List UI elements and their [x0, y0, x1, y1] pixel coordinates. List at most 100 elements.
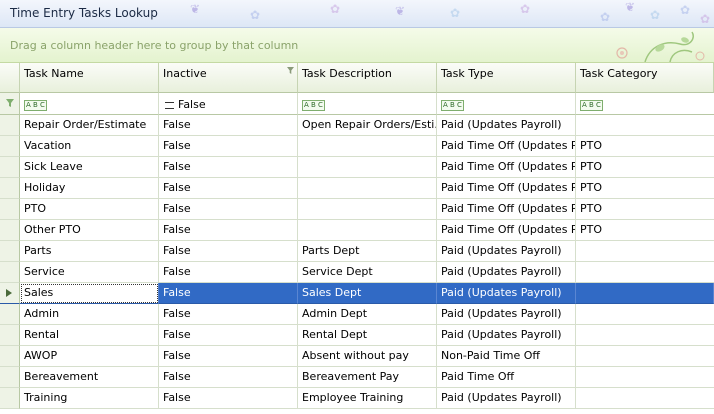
table-cell[interactable]: Rental [20, 325, 159, 346]
equals-operator-icon[interactable] [165, 101, 174, 109]
table-row[interactable]: Service False Service Dept Paid (Updates Pa… [0, 262, 714, 283]
row-indicator[interactable] [0, 241, 20, 262]
table-row[interactable]: Repair Order/Estimate False Open Repair Or… [0, 115, 714, 136]
table-cell[interactable]: Admin [20, 304, 159, 325]
row-indicator[interactable] [0, 304, 20, 325]
row-indicator[interactable] [0, 367, 20, 388]
table-cell[interactable]: False [159, 325, 298, 346]
row-indicator[interactable] [0, 220, 20, 241]
table-cell[interactable] [576, 241, 714, 262]
table-cell[interactable]: False [159, 262, 298, 283]
table-cell[interactable]: Sick Leave [20, 157, 159, 178]
table-cell[interactable]: Paid (Updates Payroll) [437, 115, 576, 136]
table-cell[interactable] [576, 325, 714, 346]
column-header-task-name[interactable]: Task Name [20, 63, 159, 93]
table-row[interactable]: Sick Leave False Paid Time Off (Updates P.… [0, 157, 714, 178]
table-cell[interactable]: Sales Dept [298, 283, 437, 304]
table-cell[interactable]: Paid Time Off (Updates P... [437, 136, 576, 157]
table-cell[interactable]: Paid Time Off (Updates P... [437, 220, 576, 241]
table-row[interactable]: Other PTO False Paid Time Off (Updates P..… [0, 220, 714, 241]
row-indicator[interactable] [0, 388, 20, 409]
filter-cell-task-category[interactable]: A B C [576, 93, 714, 115]
filter-cell-inactive[interactable]: False [159, 93, 298, 115]
table-cell[interactable]: False [159, 388, 298, 409]
table-cell[interactable]: Parts Dept [298, 241, 437, 262]
table-cell[interactable]: Paid (Updates Payroll) [437, 325, 576, 346]
table-cell[interactable]: Open Repair Orders/Esti... [298, 115, 437, 136]
table-cell[interactable]: PTO [576, 178, 714, 199]
column-header-task-description[interactable]: Task Description [298, 63, 437, 93]
table-cell[interactable]: Non-Paid Time Off [437, 346, 576, 367]
row-indicator[interactable] [0, 283, 20, 304]
table-row[interactable]: Bereavement False Bereavement Pay Paid Time… [0, 367, 714, 388]
table-cell[interactable]: Paid Time Off [437, 367, 576, 388]
table-cell[interactable]: PTO [576, 220, 714, 241]
column-header-task-category[interactable]: Task Category [576, 63, 714, 93]
row-indicator[interactable] [0, 346, 20, 367]
table-cell[interactable]: PTO [576, 136, 714, 157]
table-cell[interactable]: PTO [576, 199, 714, 220]
filter-funnel-icon[interactable] [287, 67, 294, 74]
table-cell[interactable] [576, 367, 714, 388]
table-cell[interactable] [576, 115, 714, 136]
table-cell[interactable]: Training [20, 388, 159, 409]
table-cell[interactable]: AWOP [20, 346, 159, 367]
table-cell[interactable]: Paid (Updates Payroll) [437, 304, 576, 325]
table-cell[interactable]: False [159, 346, 298, 367]
table-cell[interactable] [576, 304, 714, 325]
group-by-panel[interactable]: Drag a column header here to group by th… [0, 28, 714, 63]
table-cell[interactable]: Holiday [20, 178, 159, 199]
table-cell[interactable]: Bereavement Pay [298, 367, 437, 388]
table-row[interactable]: PTO False Paid Time Off (Updates P... PTO [0, 199, 714, 220]
table-cell[interactable]: False [159, 115, 298, 136]
row-indicator[interactable] [0, 178, 20, 199]
row-indicator[interactable] [0, 115, 20, 136]
table-cell[interactable]: Paid (Updates Payroll) [437, 262, 576, 283]
table-row[interactable]: Holiday False Paid Time Off (Updates P... P… [0, 178, 714, 199]
table-cell[interactable]: Paid (Updates Payroll) [437, 283, 576, 304]
table-cell[interactable]: Sales [20, 283, 159, 304]
table-cell[interactable]: PTO [576, 157, 714, 178]
table-row[interactable]: Admin False Admin Dept Paid (Updates Payrol… [0, 304, 714, 325]
table-cell[interactable]: Vacation [20, 136, 159, 157]
table-cell[interactable]: False [159, 367, 298, 388]
filter-cell-task-description[interactable]: A B C [298, 93, 437, 115]
filter-cell-task-type[interactable]: A B C [437, 93, 576, 115]
table-cell[interactable]: False [159, 241, 298, 262]
table-cell[interactable] [576, 283, 714, 304]
auto-filter-row[interactable]: A B C False A B C A B C A B C [0, 93, 714, 115]
table-cell[interactable] [298, 136, 437, 157]
column-header-inactive[interactable]: Inactive [159, 63, 298, 93]
table-cell[interactable]: Paid Time Off (Updates P... [437, 178, 576, 199]
table-cell[interactable]: Parts [20, 241, 159, 262]
table-cell[interactable]: Service Dept [298, 262, 437, 283]
row-indicator[interactable] [0, 157, 20, 178]
column-header-task-type[interactable]: Task Type [437, 63, 576, 93]
table-cell[interactable] [576, 262, 714, 283]
table-row[interactable]: Vacation False Paid Time Off (Updates P...… [0, 136, 714, 157]
table-cell[interactable]: Paid Time Off (Updates P... [437, 157, 576, 178]
table-cell[interactable] [298, 157, 437, 178]
table-row[interactable]: Training False Employee Training Paid (Upda… [0, 388, 714, 409]
filter-cell-task-name[interactable]: A B C [20, 93, 159, 115]
table-row[interactable]: Rental False Rental Dept Paid (Updates Payr… [0, 325, 714, 346]
table-cell[interactable] [298, 220, 437, 241]
table-cell[interactable]: False [159, 136, 298, 157]
table-cell[interactable]: Repair Order/Estimate [20, 115, 159, 136]
table-cell[interactable] [576, 388, 714, 409]
table-cell[interactable]: Rental Dept [298, 325, 437, 346]
table-cell[interactable]: False [159, 199, 298, 220]
table-cell[interactable]: False [159, 157, 298, 178]
table-cell[interactable]: Other PTO [20, 220, 159, 241]
table-cell[interactable]: Employee Training [298, 388, 437, 409]
table-cell[interactable]: Absent without pay [298, 346, 437, 367]
table-cell[interactable]: Paid (Updates Payroll) [437, 241, 576, 262]
table-cell[interactable]: PTO [20, 199, 159, 220]
table-cell[interactable] [298, 178, 437, 199]
table-row[interactable]: Parts False Parts Dept Paid (Updates Payrol… [0, 241, 714, 262]
row-indicator[interactable] [0, 199, 20, 220]
table-cell[interactable] [298, 199, 437, 220]
table-cell[interactable]: Paid Time Off (Updates P... [437, 199, 576, 220]
table-cell[interactable]: False [159, 304, 298, 325]
row-indicator[interactable] [0, 262, 20, 283]
